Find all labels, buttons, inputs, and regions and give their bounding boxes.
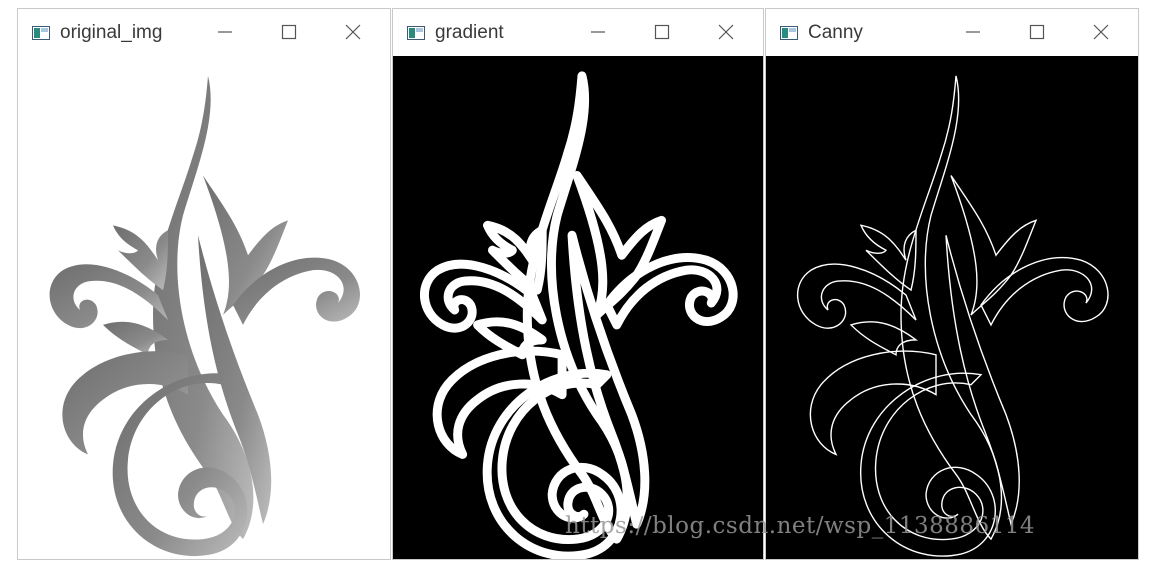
- maximize-icon: [1029, 24, 1045, 40]
- maximize-icon: [654, 24, 670, 40]
- close-button[interactable]: [715, 21, 737, 43]
- minimize-icon: [591, 31, 605, 33]
- image-canvas: [766, 56, 1138, 559]
- title-bar[interactable]: gradient: [393, 9, 763, 56]
- canny-edge-image: [796, 75, 1109, 557]
- window-title: Canny: [808, 22, 863, 43]
- window-title: original_img: [60, 22, 163, 43]
- image-canvas: [18, 56, 390, 559]
- close-icon: [1093, 24, 1109, 40]
- close-button[interactable]: [1090, 21, 1112, 43]
- close-button[interactable]: [342, 21, 364, 43]
- maximize-icon: [281, 24, 297, 40]
- maximize-button[interactable]: [278, 21, 300, 43]
- maximize-button[interactable]: [651, 21, 673, 43]
- app-icon: [32, 26, 50, 40]
- title-bar[interactable]: original_img: [18, 9, 390, 56]
- app-icon: [407, 26, 425, 40]
- minimize-button[interactable]: [587, 21, 609, 43]
- minimize-button[interactable]: [214, 21, 236, 43]
- window-canny: Canny: [765, 8, 1139, 560]
- minimize-icon: [966, 31, 980, 33]
- window-title: gradient: [435, 22, 504, 43]
- gradient-image: [393, 56, 763, 559]
- minimize-button[interactable]: [962, 21, 984, 43]
- window-original-img: original_img: [17, 8, 391, 560]
- image-canvas: [393, 56, 763, 559]
- title-bar[interactable]: Canny: [766, 9, 1138, 56]
- close-icon: [345, 24, 361, 40]
- app-icon: [780, 26, 798, 40]
- maximize-button[interactable]: [1026, 21, 1048, 43]
- close-icon: [718, 24, 734, 40]
- window-gradient: gradient: [392, 8, 764, 560]
- minimize-icon: [218, 31, 232, 33]
- flourish-image: [49, 75, 360, 557]
- watermark: https://blog.csdn.net/wsp_1138886114: [565, 513, 1036, 539]
